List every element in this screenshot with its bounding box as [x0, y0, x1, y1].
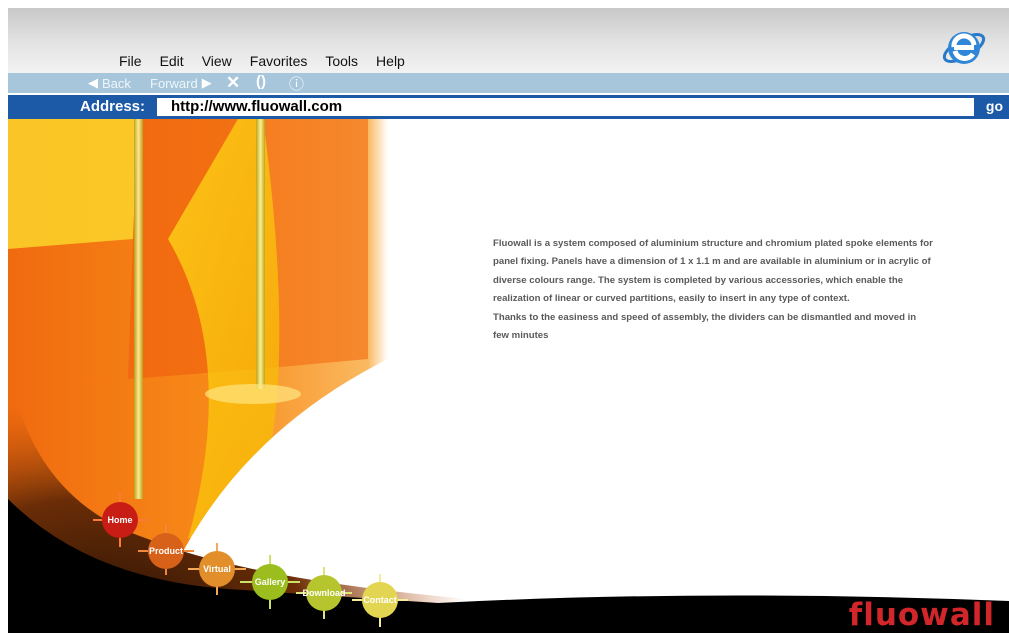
nav-home-label: Home — [107, 515, 132, 525]
nav-virtual-label: Virtual — [203, 564, 231, 574]
forward-arrow-icon: ▶ — [201, 75, 212, 90]
info-button[interactable]: ⓘ — [289, 73, 304, 94]
ie-logo-icon — [942, 32, 986, 64]
nav-product-label: Product — [149, 546, 183, 556]
info-icon: ⓘ — [289, 76, 305, 93]
back-button[interactable]: ◀ Back — [88, 75, 131, 91]
menu-bar: File Edit View Favorites Tools Help — [8, 8, 1009, 73]
forward-button[interactable]: Forward ▶ — [150, 75, 212, 91]
forward-label: Forward — [150, 75, 198, 91]
menu-tools[interactable]: Tools — [325, 53, 358, 69]
web-page: Fluowall is a system composed of alumini… — [8, 119, 1009, 633]
brand-logo: fluowall — [848, 597, 995, 633]
nav-gallery-label: Gallery — [255, 577, 286, 587]
back-label: Back — [102, 75, 131, 91]
menu-file[interactable]: File — [119, 53, 142, 69]
back-arrow-icon: ◀ — [88, 75, 98, 90]
go-button[interactable]: go — [986, 98, 1003, 114]
menu-favorites[interactable]: Favorites — [250, 53, 308, 69]
description-paragraph: Thanks to the easiness and speed of asse… — [493, 311, 917, 342]
refresh-icon: () — [256, 73, 266, 90]
menu-edit[interactable]: Edit — [160, 53, 184, 69]
description: Fluowall is a system composed of alumini… — [493, 235, 933, 345]
menu-help[interactable]: Help — [376, 53, 405, 69]
address-bar: Address: http://www.fluowall.com go — [8, 95, 1009, 119]
browser-window: File Edit View Favorites Tools Help ◀ Ba… — [8, 8, 1009, 633]
menu: File Edit View Favorites Tools Help — [119, 53, 423, 69]
menu-view[interactable]: View — [202, 53, 232, 69]
address-label: Address: — [80, 98, 146, 115]
stop-button[interactable]: ✕ — [226, 73, 240, 93]
nav-contact-label: Contact — [363, 595, 397, 605]
stop-icon: ✕ — [226, 73, 241, 92]
address-input[interactable]: http://www.fluowall.com — [157, 98, 974, 116]
navigation-toolbar: ◀ Back Forward ▶ ✕ () ⓘ — [8, 73, 1009, 93]
description-paragraph: Fluowall is a system composed of alumini… — [493, 238, 933, 305]
address-value: http://www.fluowall.com — [171, 98, 343, 115]
nav-download-label: Download — [303, 588, 346, 598]
refresh-button[interactable]: () — [256, 73, 266, 90]
